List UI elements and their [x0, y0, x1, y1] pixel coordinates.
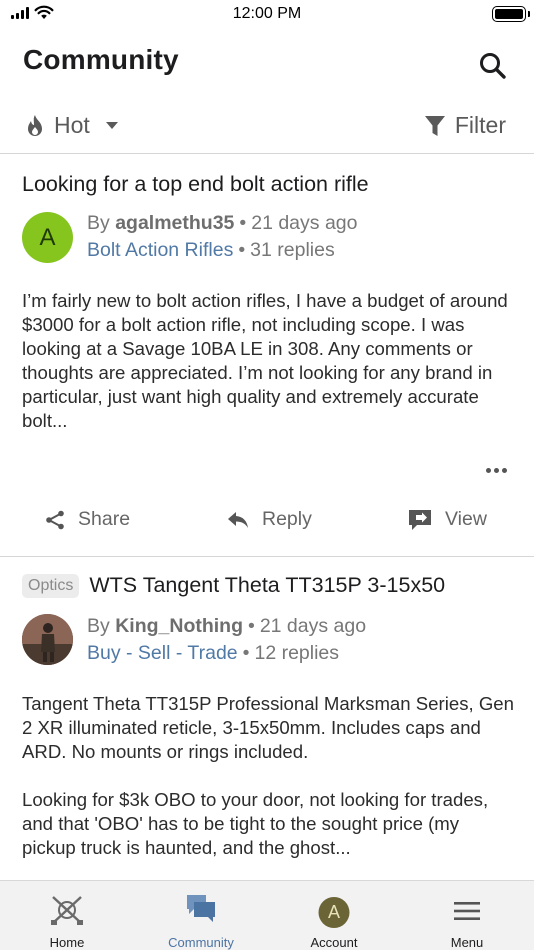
battery-tip	[528, 11, 530, 17]
post-title-row[interactable]: Optics WTS Tangent Theta TT315P 3-15x50	[22, 573, 445, 598]
post-excerpt[interactable]: Tangent Theta TT315P Professional Marksm…	[22, 692, 517, 860]
share-button[interactable]: Share	[45, 508, 130, 531]
sort-filter-bar: Hot Filter	[0, 98, 534, 154]
view-button[interactable]: View	[408, 508, 487, 531]
forum-link[interactable]: Buy - Sell - Trade	[87, 642, 238, 664]
funnel-icon	[424, 115, 445, 136]
filter-label: Filter	[454, 112, 506, 138]
sort-label: Hot	[54, 112, 90, 138]
filter-button[interactable]: Filter	[424, 112, 506, 139]
post-card[interactable]: Optics WTS Tangent Theta TT315P 3-15x50 …	[0, 558, 534, 880]
reply-count: 31 replies	[250, 239, 335, 261]
status-bar: 12:00 PM	[0, 0, 534, 30]
tab-home[interactable]: Home	[0, 881, 134, 950]
tab-label: Account	[310, 935, 358, 950]
post-title[interactable]: WTS Tangent Theta TT315P 3-15x50	[89, 573, 445, 598]
tab-label: Home	[49, 935, 85, 950]
avatar: A	[318, 897, 350, 928]
bottom-tab-bar: Home Community A Account Menu	[0, 880, 534, 950]
post-time: 21 days ago	[259, 615, 367, 637]
view-thread-icon	[409, 509, 431, 530]
post-excerpt[interactable]: I’m fairly new to bolt action rifles, I …	[22, 289, 517, 433]
app-header: Community	[0, 30, 534, 92]
view-label: View	[445, 508, 487, 530]
flame-icon	[28, 114, 42, 136]
author-avatar[interactable]: A	[22, 212, 73, 263]
share-label: Share	[78, 508, 131, 530]
page-title: Community	[23, 44, 179, 75]
sort-dropdown[interactable]: Hot	[24, 112, 118, 139]
tab-community[interactable]: Community	[134, 881, 268, 950]
post-title[interactable]: Looking for a top end bolt action rifle	[22, 172, 369, 197]
by-prefix: By	[87, 212, 110, 234]
chat-bubbles-icon	[187, 895, 215, 922]
post-time: 21 days ago	[251, 212, 358, 234]
crossed-rifles-icon	[51, 896, 83, 925]
post-meta: By agalmethu35 • 21 days ago Bolt Action R…	[87, 212, 358, 261]
more-options-icon[interactable]	[486, 468, 507, 473]
status-time: 12:00 PM	[232, 5, 302, 22]
share-icon	[46, 510, 64, 529]
reply-button[interactable]: Reply	[227, 508, 312, 531]
post-paragraph: Tangent Theta TT315P Professional Marksm…	[22, 693, 514, 762]
reply-label: Reply	[262, 508, 312, 530]
author-name[interactable]: agalmethu35	[115, 212, 234, 234]
tab-label: Menu	[450, 935, 484, 950]
post-card[interactable]: Looking for a top end bolt action rifle …	[0, 155, 534, 557]
tab-menu[interactable]: Menu	[400, 881, 534, 950]
forum-link[interactable]: Bolt Action Rifles	[87, 239, 233, 261]
tab-label: Community	[168, 935, 234, 950]
post-tag[interactable]: Optics	[22, 573, 80, 598]
tab-account[interactable]: A Account	[267, 881, 401, 950]
hamburger-icon	[454, 902, 480, 920]
author-name[interactable]: King_Nothing	[115, 615, 243, 637]
author-photo	[22, 614, 73, 665]
reply-icon	[228, 511, 248, 528]
author-avatar[interactable]	[22, 614, 73, 665]
battery-icon	[492, 6, 526, 22]
search-icon[interactable]	[478, 51, 508, 81]
chevron-down-icon	[105, 122, 118, 129]
reply-count: 12 replies	[254, 642, 340, 664]
by-prefix: By	[87, 615, 110, 637]
post-paragraph: Looking for $3k OBO to your door, not lo…	[22, 789, 489, 858]
post-meta: By King_Nothing • 21 days ago Buy - Sell -…	[87, 615, 367, 664]
